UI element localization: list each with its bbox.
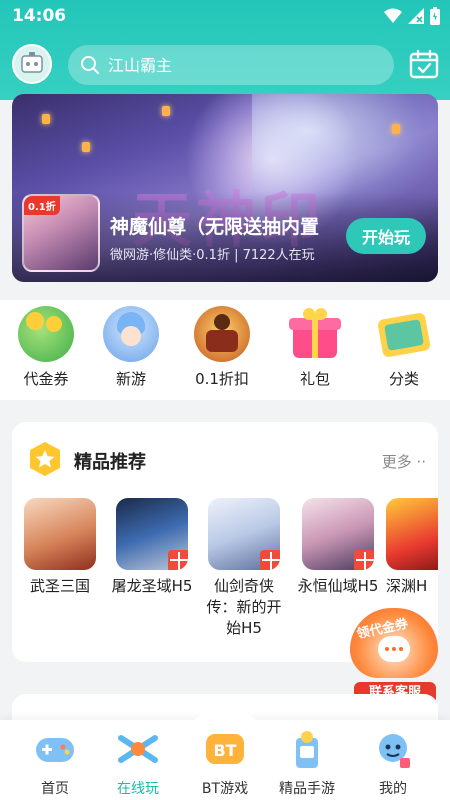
svg-text:BT: BT: [213, 741, 236, 760]
tab-mobile-games[interactable]: 精品手游: [262, 728, 352, 798]
status-time: 14:06: [12, 6, 67, 26]
user-avatar[interactable]: [12, 44, 52, 84]
more-link[interactable]: 更多 ··: [382, 451, 426, 472]
category-label: 0.1折扣: [195, 370, 249, 388]
lantern-decoration: [42, 114, 50, 124]
gift-icon: [287, 306, 343, 362]
robot-avatar-icon: [21, 52, 43, 73]
calendar-checkin-icon[interactable]: [408, 48, 440, 80]
recommended-title: 精品推荐: [74, 452, 146, 473]
gift-badge-icon: [260, 550, 280, 570]
game-cover: [386, 498, 438, 570]
start-play-button[interactable]: 开始玩: [346, 218, 426, 254]
banner-game-thumbnail[interactable]: 0.1折: [22, 194, 100, 272]
tab-label: 精品手游: [279, 781, 335, 797]
game-name: 屠龙圣域H5: [111, 577, 193, 595]
discount-tag: 0.1折: [24, 196, 60, 215]
game-cover: [208, 498, 280, 570]
gift-badge-icon: [354, 550, 374, 570]
category-label: 代金券: [23, 370, 69, 388]
game-name: 武圣三国: [29, 577, 90, 595]
new-game-icon: [103, 306, 159, 362]
top-header: 14:06: [0, 0, 450, 100]
bottom-nav: 首页 在线玩 BT BT游戏 精品手游 我的: [0, 706, 450, 800]
game-card[interactable]: 仙剑奇侠传：新的开始H5: [200, 498, 288, 639]
chat-bubble-icon: [378, 636, 410, 662]
search-icon: [81, 56, 99, 74]
status-bar: 14:06: [0, 0, 450, 32]
voucher-icon: [18, 306, 74, 362]
signal-icon: [408, 8, 424, 24]
banner-game-meta: 微网游·修仙类·0.1折 | 7122人在玩: [110, 248, 315, 263]
lantern-decoration: [82, 142, 90, 152]
gift-badge-icon: [168, 550, 188, 570]
category-label: 新游: [115, 370, 146, 388]
profile-icon: [379, 734, 410, 768]
tab-label: 我的: [379, 781, 407, 797]
lantern-decoration: [162, 106, 170, 116]
game-name: 仙剑奇侠传：新的开始H5: [206, 577, 282, 637]
tab-label: 在线玩: [117, 781, 159, 797]
category-new-game[interactable]: 新游: [91, 306, 171, 389]
tab-bt-games[interactable]: BT BT游戏: [180, 728, 270, 798]
status-icons: [384, 7, 440, 25]
tab-home[interactable]: 首页: [10, 728, 100, 798]
game-name: 永恒仙域H5: [297, 577, 379, 595]
lantern-decoration: [392, 124, 400, 134]
category-label: 分类: [388, 370, 419, 388]
banner-game-title: 神魔仙尊（无限送抽内置: [110, 216, 320, 238]
category-voucher[interactable]: 代金券: [6, 306, 86, 389]
customer-service-badge[interactable]: 领代金券 联系客服: [346, 604, 442, 708]
category-discount[interactable]: 0.1折扣: [182, 306, 262, 389]
discount-icon: [194, 306, 250, 362]
game-card[interactable]: 屠龙圣域H5: [108, 498, 196, 597]
category-classify[interactable]: 分类: [364, 306, 444, 389]
game-card[interactable]: 深渊H: [386, 498, 438, 597]
search-bar[interactable]: [68, 45, 394, 85]
battery-icon: [430, 7, 440, 25]
category-gift[interactable]: 礼包: [275, 306, 355, 389]
game-cover: [302, 498, 374, 570]
bt-icon: BT: [206, 734, 244, 764]
mobile-game-icon: [296, 731, 318, 768]
tab-label: 首页: [41, 781, 69, 797]
game-card[interactable]: 永恒仙域H5: [294, 498, 382, 597]
game-card[interactable]: 武圣三国: [16, 498, 104, 597]
featured-banner[interactable]: 天神印 0.1折 神魔仙尊（无限送抽内置 微网游·修仙类·0.1折 | 7122…: [12, 94, 438, 282]
tab-label: BT游戏: [201, 781, 249, 797]
wifi-icon: [384, 8, 402, 23]
game-name: 深渊H: [386, 577, 428, 595]
search-input[interactable]: [108, 55, 348, 75]
online-play-icon: [118, 735, 158, 763]
tab-profile[interactable]: 我的: [348, 728, 438, 798]
category-label: 礼包: [299, 370, 330, 388]
category-icon: [376, 306, 432, 362]
category-row: 代金券 新游 0.1折扣 礼包 分类: [0, 300, 450, 400]
gamepad-icon: [36, 738, 74, 762]
star-badge-icon: [30, 442, 60, 476]
game-cover: [24, 498, 96, 570]
tab-online-play[interactable]: 在线玩: [93, 728, 183, 798]
game-cover: [116, 498, 188, 570]
